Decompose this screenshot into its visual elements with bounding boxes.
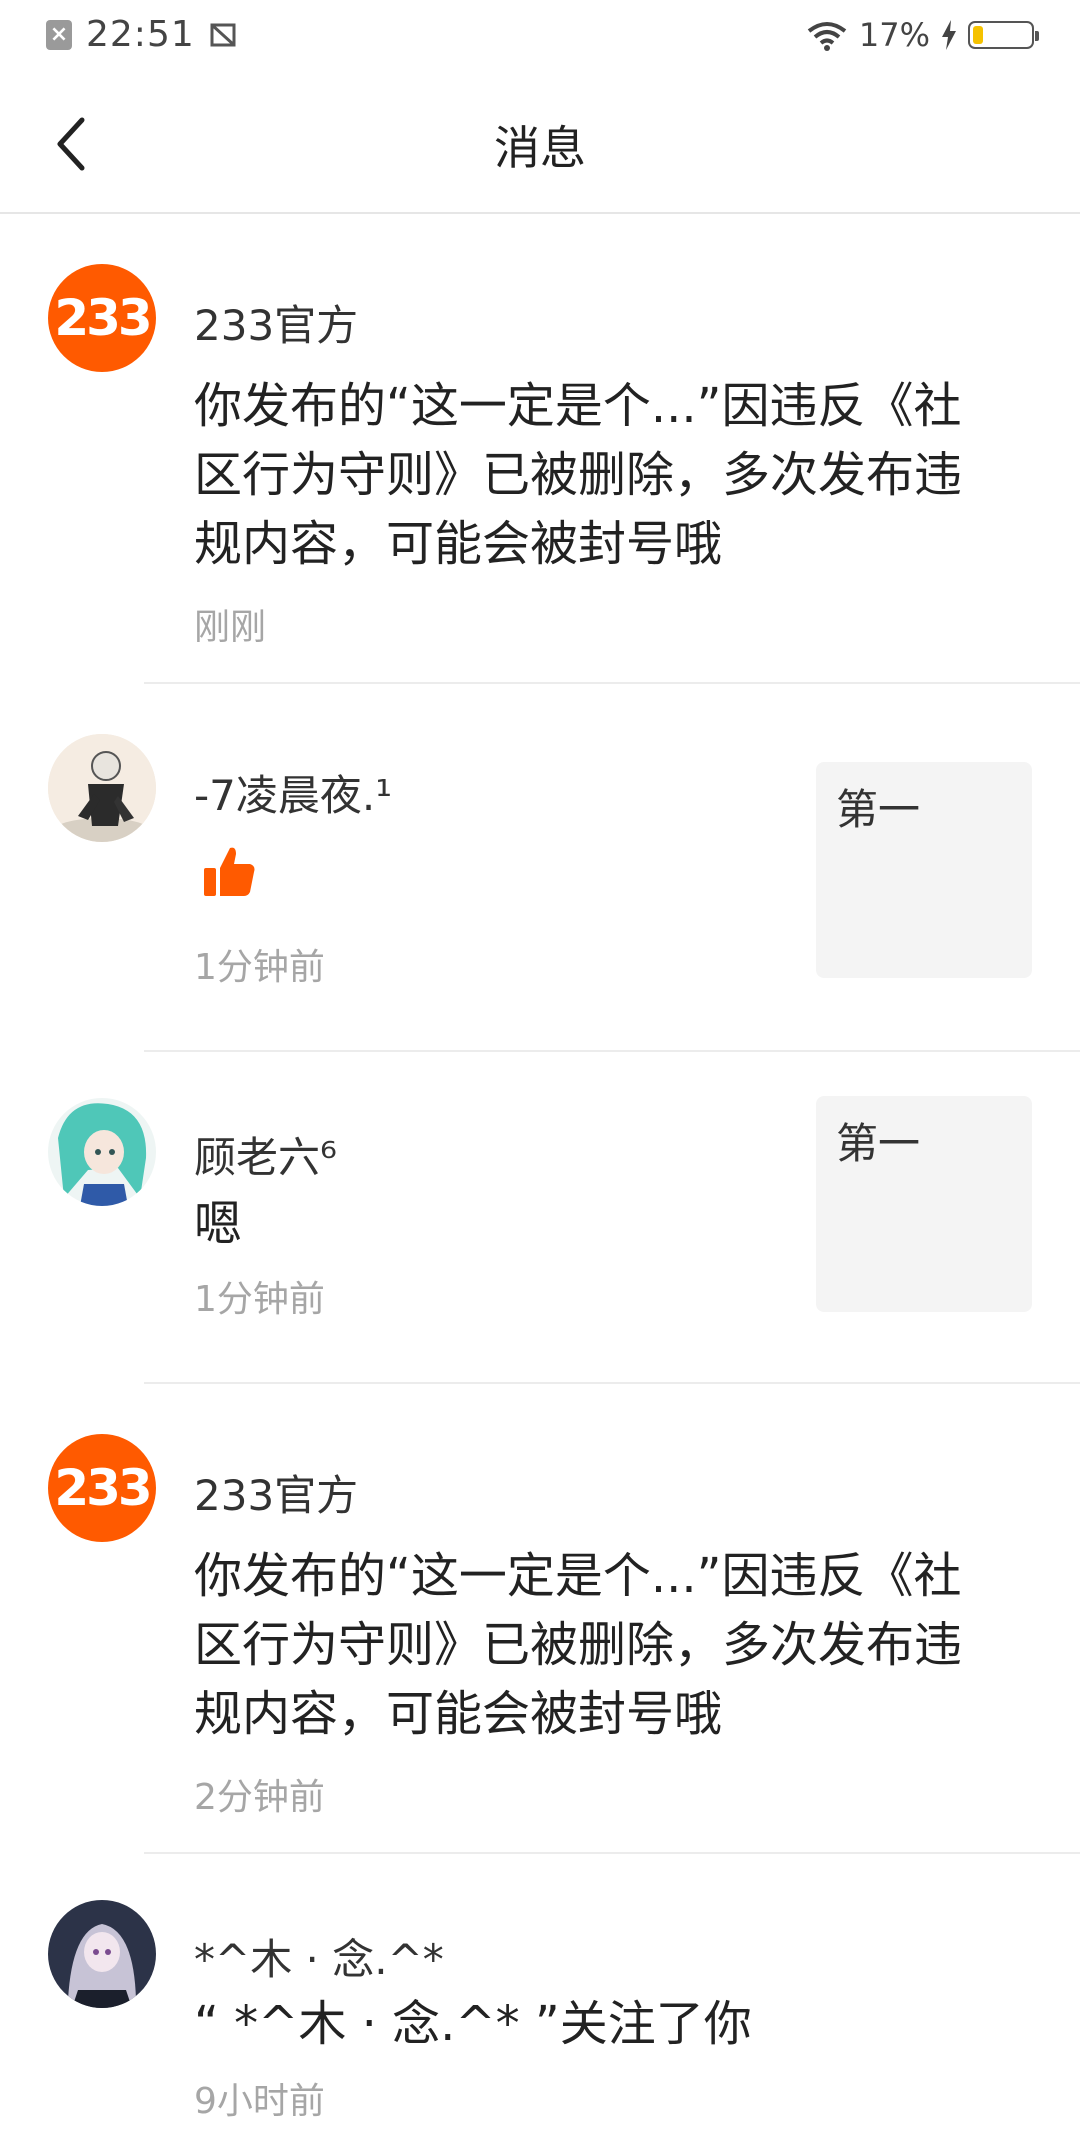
avatar-image	[48, 1900, 156, 2008]
battery-level	[973, 26, 983, 44]
post-thumbnail[interactable]: 第一	[816, 762, 1032, 978]
avatar[interactable]: 233	[48, 1434, 156, 1542]
message-time: 9小时前	[194, 2081, 325, 2122]
username[interactable]: -7凌晨夜.¹	[194, 762, 392, 823]
post-thumbnail[interactable]: 第一	[816, 1096, 1032, 1312]
message-time: 1分钟前	[194, 1279, 325, 1320]
username[interactable]: 233官方	[194, 1462, 358, 1523]
message-time: 刚刚	[194, 607, 267, 648]
avatar-image	[48, 1098, 156, 1206]
list-item[interactable]: -7凌晨夜.¹ 1分钟前 第一	[0, 684, 1080, 1052]
list-item[interactable]: 233 233官方 你发布的“这一定是个...”因违反《社区行为守则》已被删除，…	[0, 1384, 1080, 1854]
message-time: 2分钟前	[194, 1777, 325, 1818]
charging-bolt-icon	[942, 20, 956, 50]
notification-close-icon: ×	[46, 19, 72, 50]
list-item[interactable]: 233 233官方 你发布的“这一定是个...”因违反《社区行为守则》已被删除，…	[0, 214, 1080, 684]
post-thumbnail-text: 第一	[836, 785, 921, 834]
message-list: 233 233官方 你发布的“这一定是个...”因违反《社区行为守则》已被删除，…	[0, 214, 1080, 2154]
avatar[interactable]	[48, 1098, 156, 1206]
post-thumbnail-text: 第一	[836, 1119, 921, 1168]
thumbs-up-icon	[204, 847, 255, 896]
message-time: 1分钟前	[194, 947, 325, 988]
wifi-icon	[807, 22, 847, 51]
status-bar-left: × 22:51	[46, 14, 239, 55]
avatar[interactable]: 233	[48, 264, 156, 372]
screenshot-icon	[210, 23, 236, 46]
username[interactable]: 顾老六⁶	[194, 1124, 337, 1185]
battery-icon	[968, 21, 1039, 49]
username[interactable]: 233官方	[194, 292, 358, 353]
status-time: 22:51	[86, 14, 195, 55]
message-content: 你发布的“这一定是个...”因违反《社区行为守则》已被删除，多次发布违规内容，可…	[194, 378, 963, 572]
username[interactable]: *^木 · 念.^*	[194, 1926, 444, 1987]
battery-percent: 17%	[858, 16, 930, 54]
status-bar: × 22:51 17%	[0, 0, 1080, 72]
avatar[interactable]	[48, 1900, 156, 2008]
page-title: 消息	[494, 121, 586, 175]
list-item[interactable]: 顾老六⁶ 嗯 1分钟前 第一	[0, 1052, 1080, 1384]
avatar[interactable]	[48, 734, 156, 842]
message-content: “ *^木 · 念.^* ”关注了你	[194, 1996, 752, 2052]
list-item[interactable]: *^木 · 念.^* “ *^木 · 念.^* ”关注了你 9小时前	[0, 1854, 1080, 2154]
message-content: 你发布的“这一定是个...”因违反《社区行为守则》已被删除，多次发布违规内容，可…	[194, 1548, 963, 1742]
header-bar: 消息	[0, 72, 1080, 214]
status-bar-right: 17%	[805, 16, 1039, 54]
avatar-image	[48, 734, 156, 842]
